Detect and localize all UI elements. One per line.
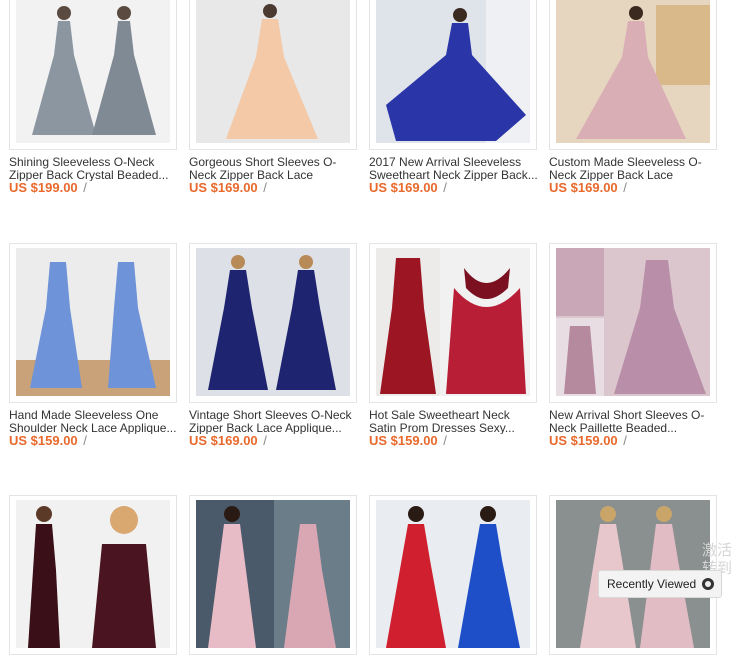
product-card[interactable] bbox=[9, 495, 179, 655]
product-title[interactable]: New Arrival Short Sleeves O-Neck Paillet… bbox=[549, 409, 719, 434]
product-card[interactable] bbox=[189, 495, 359, 655]
product-title[interactable]: Shining Sleeveless O-Neck Zipper Back Cr… bbox=[9, 156, 179, 181]
product-price: US $169.00 / bbox=[189, 180, 267, 195]
recently-viewed-icon bbox=[702, 578, 715, 590]
product-card[interactable]: Hot Sale Sweetheart Neck Satin Prom Dres… bbox=[369, 243, 539, 448]
product-card[interactable]: Shining Sleeveless O-Neck Zipper Back Cr… bbox=[9, 0, 179, 195]
product-image[interactable] bbox=[369, 0, 537, 150]
product-grid: Shining Sleeveless O-Neck Zipper Back Cr… bbox=[0, 0, 735, 655]
product-price: US $159.00 / bbox=[549, 433, 627, 448]
product-price: US $169.00 / bbox=[369, 180, 447, 195]
product-title[interactable]: 2017 New Arrival Sleeveless Sweetheart N… bbox=[369, 156, 539, 181]
product-card[interactable]: Gorgeous Short Sleeves O-Neck Zipper Bac… bbox=[189, 0, 359, 195]
product-image[interactable] bbox=[189, 0, 357, 150]
product-card[interactable]: New Arrival Short Sleeves O-Neck Paillet… bbox=[549, 243, 719, 448]
product-image[interactable] bbox=[9, 243, 177, 403]
product-title[interactable]: Gorgeous Short Sleeves O-Neck Zipper Bac… bbox=[189, 156, 359, 181]
product-image[interactable] bbox=[549, 0, 717, 150]
product-image[interactable] bbox=[9, 495, 177, 655]
product-image[interactable] bbox=[549, 243, 717, 403]
product-price: US $159.00 / bbox=[369, 433, 447, 448]
product-title[interactable]: Custom Made Sleeveless O-Neck Zipper Bac… bbox=[549, 156, 719, 181]
product-card[interactable]: Hand Made Sleeveless One Shoulder Neck L… bbox=[9, 243, 179, 448]
product-image[interactable] bbox=[369, 243, 537, 403]
recently-viewed-label: Recently Viewed bbox=[607, 577, 697, 591]
product-title[interactable]: Hot Sale Sweetheart Neck Satin Prom Dres… bbox=[369, 409, 539, 434]
product-price: US $159.00 / bbox=[9, 433, 87, 448]
product-price: US $199.00 / bbox=[9, 180, 87, 195]
product-title[interactable]: Vintage Short Sleeves O-Neck Zipper Back… bbox=[189, 409, 359, 434]
product-card[interactable]: Vintage Short Sleeves O-Neck Zipper Back… bbox=[189, 243, 359, 448]
product-price: US $169.00 / bbox=[189, 433, 267, 448]
product-card[interactable] bbox=[369, 495, 539, 655]
product-image[interactable] bbox=[9, 0, 177, 150]
product-card[interactable]: Custom Made Sleeveless O-Neck Zipper Bac… bbox=[549, 0, 719, 195]
product-price: US $169.00 / bbox=[549, 180, 627, 195]
recently-viewed-button[interactable]: Recently Viewed bbox=[598, 570, 722, 598]
product-image[interactable] bbox=[189, 243, 357, 403]
product-image[interactable] bbox=[369, 495, 537, 655]
product-title[interactable]: Hand Made Sleeveless One Shoulder Neck L… bbox=[9, 409, 179, 434]
product-image[interactable] bbox=[189, 495, 357, 655]
product-card[interactable]: 2017 New Arrival Sleeveless Sweetheart N… bbox=[369, 0, 539, 195]
